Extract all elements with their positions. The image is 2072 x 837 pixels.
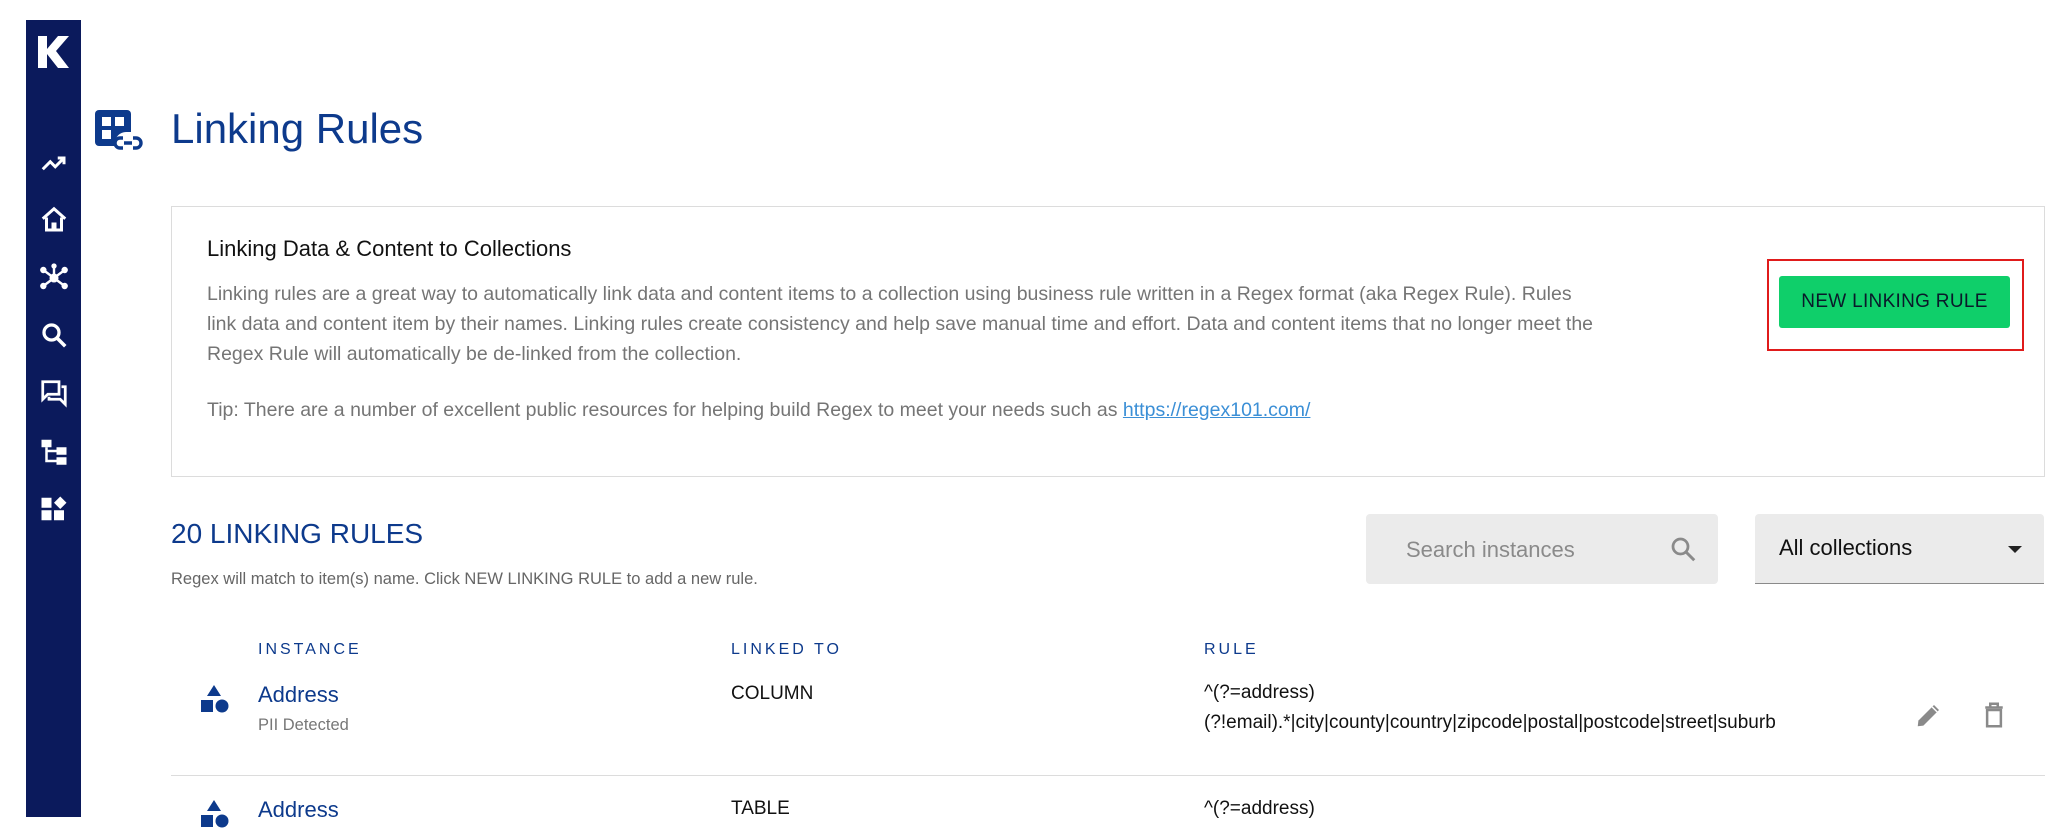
search-instances-box: [1366, 514, 1718, 584]
new-linking-rule-button[interactable]: NEW LINKING RULE: [1779, 276, 2010, 328]
instance-status: PII Detected: [258, 716, 349, 734]
tip-text: Tip: There are a number of excellent pub…: [207, 399, 1123, 421]
rule-text: ^(?=address) (?!email).*|city|county|cou…: [1204, 678, 1776, 738]
dashboard-icon[interactable]: [38, 493, 70, 525]
delete-icon[interactable]: [1977, 698, 2011, 732]
info-card-heading: Linking Data & Content to Collections: [207, 236, 572, 261]
rule-line: ^(?=address): [1204, 798, 1315, 819]
rules-subtitle: Regex will match to item(s) name. Click …: [171, 570, 758, 588]
k-logo[interactable]: [34, 32, 74, 72]
linked-to-value: TABLE: [731, 798, 790, 819]
chevron-down-icon: [2008, 546, 2022, 553]
trending-up-icon[interactable]: [38, 147, 70, 179]
collection-filter-value: All collections: [1779, 535, 1913, 560]
collection-filter-select[interactable]: All collections: [1755, 514, 2044, 584]
edit-icon[interactable]: [1912, 698, 1946, 732]
rule-line: ^(?=address): [1204, 682, 1315, 703]
shapes-icon: [198, 798, 230, 830]
home-icon[interactable]: [38, 204, 70, 236]
network-icon[interactable]: [38, 262, 70, 294]
column-header-instance: INSTANCE: [258, 641, 362, 658]
info-card-tip: Tip: There are a number of excellent pub…: [207, 399, 1310, 422]
hierarchy-icon[interactable]: [38, 435, 70, 467]
column-header-linked-to: LINKED TO: [731, 641, 842, 658]
instance-name[interactable]: Address: [258, 682, 339, 708]
rules-count-title: 20 LINKING RULES: [171, 518, 424, 549]
shapes-icon: [198, 683, 230, 715]
rule-text: ^(?=address): [1204, 794, 1315, 824]
column-header-rule: RULE: [1204, 641, 1259, 658]
row-divider: [171, 775, 2045, 776]
info-card-description: Linking rules are a great way to automat…: [207, 283, 1594, 365]
rule-line: (?!email).*|city|county|country|zipcode|…: [1204, 712, 1776, 733]
search-icon[interactable]: [1668, 534, 1698, 564]
forum-icon[interactable]: [38, 377, 70, 409]
search-instances-input[interactable]: [1404, 532, 1658, 568]
linking-rules-icon: [93, 108, 147, 158]
info-card: Linking Data & Content to Collections Li…: [171, 206, 2045, 477]
search-icon[interactable]: [38, 319, 70, 351]
instance-name[interactable]: Address: [258, 797, 339, 823]
linked-to-value: COLUMN: [731, 683, 814, 704]
page-title: Linking Rules: [171, 105, 424, 152]
regex101-link[interactable]: https://regex101.com/: [1123, 399, 1311, 421]
sidebar: [26, 20, 81, 817]
